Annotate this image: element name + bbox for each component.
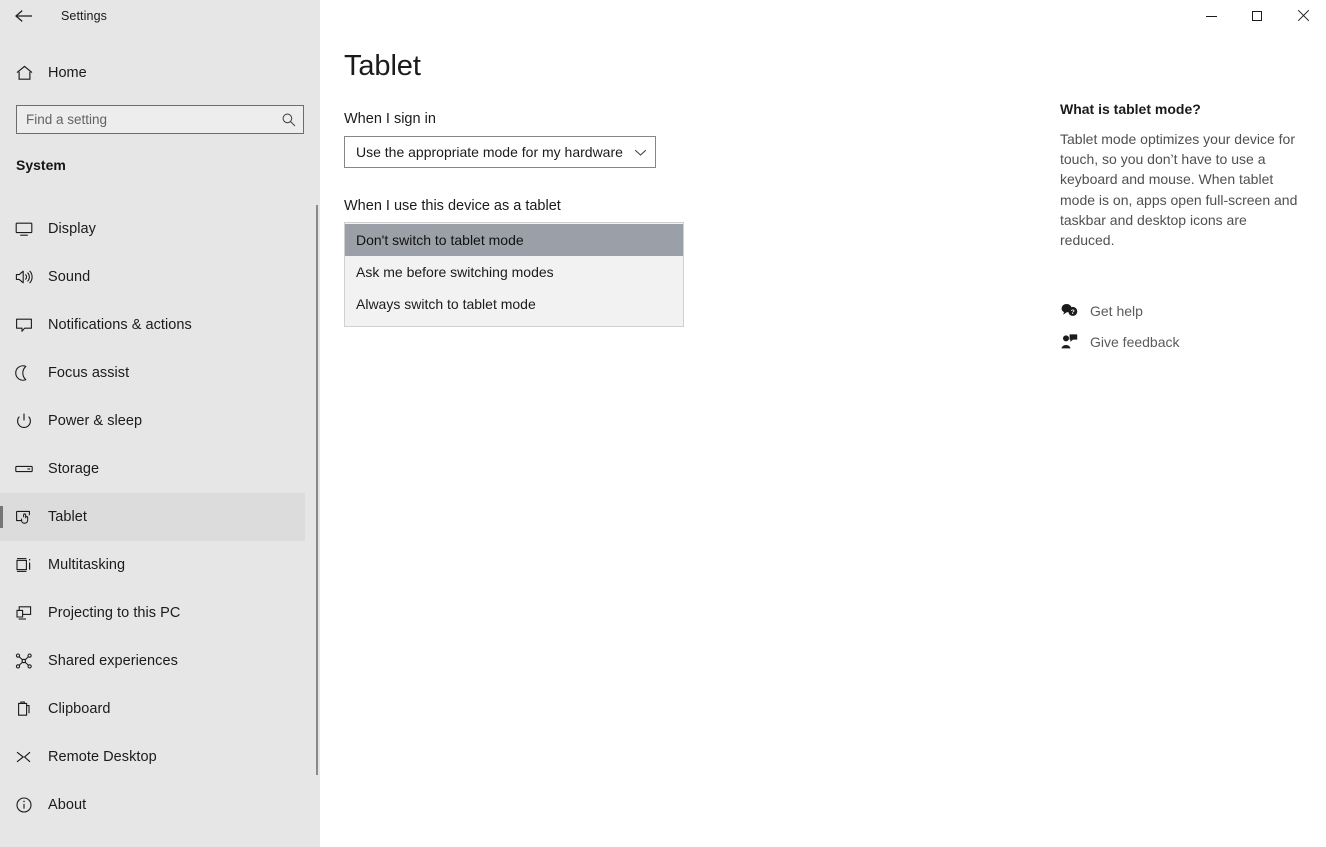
sidebar-item-about[interactable]: About (0, 781, 305, 829)
sidebar-item-storage[interactable]: Storage (0, 445, 305, 493)
sidebar-item-label: Multitasking (48, 557, 126, 573)
sidebar-item-label: Focus assist (48, 365, 130, 381)
sign-in-mode-dropdown[interactable]: Use the appropriate mode for my hardware (344, 136, 656, 168)
speaker-icon (0, 268, 48, 286)
sidebar-item-notifications[interactable]: Notifications & actions (0, 301, 305, 349)
sidebar-item-sound[interactable]: Sound (0, 253, 305, 301)
sign-in-mode-value: Use the appropriate mode for my hardware (356, 144, 623, 160)
main-content: Tablet When I sign in Use the appropriat… (320, 0, 1326, 847)
sidebar-item-label: Remote Desktop (48, 749, 157, 765)
home-icon (0, 64, 48, 82)
sidebar: Home System Display (0, 0, 320, 847)
sidebar-item-multitasking[interactable]: Multitasking (0, 541, 305, 589)
sidebar-scrollbar-thumb[interactable] (316, 205, 318, 775)
sidebar-item-shared-experiences[interactable]: Shared experiences (0, 637, 305, 685)
back-arrow-icon (13, 7, 35, 25)
sidebar-item-label: Clipboard (48, 701, 111, 717)
power-icon (0, 412, 48, 430)
get-help-icon: ? (1060, 302, 1090, 319)
search-input[interactable] (17, 106, 275, 133)
sidebar-nav-list: Display Sound Notifications & actions Fo… (0, 205, 305, 829)
project-screen-icon (0, 604, 48, 622)
listbox-option[interactable]: Always switch to tablet mode (345, 288, 683, 320)
back-button[interactable] (8, 2, 40, 30)
share-nodes-icon (0, 652, 48, 670)
sidebar-item-display[interactable]: Display (0, 205, 305, 253)
listbox-option[interactable]: Don't switch to tablet mode (345, 224, 683, 256)
sign-in-label: When I sign in (344, 111, 436, 127)
close-icon (1297, 10, 1309, 22)
search-icon[interactable] (275, 106, 303, 133)
drive-icon (0, 460, 48, 478)
sidebar-home-label: Home (48, 65, 87, 81)
maximize-button[interactable] (1234, 0, 1280, 32)
sidebar-item-projecting[interactable]: Projecting to this PC (0, 589, 305, 637)
sidebar-item-label: Notifications & actions (48, 317, 192, 333)
remote-desktop-icon (0, 748, 48, 766)
clipboard-icon (0, 700, 48, 718)
moon-icon (0, 364, 48, 382)
info-circle-icon (0, 796, 48, 814)
sidebar-group-title: System (16, 157, 66, 173)
get-help-link[interactable]: ? Get help (1060, 295, 1326, 326)
help-links: ? Get help Give feedback (1060, 295, 1326, 357)
minimize-icon (1205, 15, 1217, 17)
sidebar-item-label: Storage (48, 461, 100, 477)
sidebar-item-label: About (48, 797, 87, 813)
give-feedback-icon (1060, 333, 1090, 350)
svg-text:?: ? (1071, 309, 1075, 316)
tablet-use-label: When I use this device as a tablet (344, 198, 561, 214)
sidebar-item-tablet[interactable]: Tablet (0, 493, 305, 541)
sidebar-item-power-sleep[interactable]: Power & sleep (0, 397, 305, 445)
help-heading: What is tablet mode? (1060, 101, 1201, 117)
chat-bubble-icon (0, 316, 48, 334)
multitask-icon (0, 556, 48, 574)
sidebar-item-label: Power & sleep (48, 413, 143, 429)
sidebar-item-label: Tablet (48, 509, 87, 525)
sidebar-item-focus-assist[interactable]: Focus assist (0, 349, 305, 397)
sidebar-item-remote-desktop[interactable]: Remote Desktop (0, 733, 305, 781)
sidebar-item-label: Sound (48, 269, 91, 285)
search-box[interactable] (16, 105, 304, 134)
chevron-down-icon (625, 137, 655, 167)
tablet-mode-listbox[interactable]: Don't switch to tablet mode Ask me befor… (344, 222, 684, 327)
sidebar-item-label: Display (48, 221, 96, 237)
give-feedback-link[interactable]: Give feedback (1060, 326, 1326, 357)
sidebar-item-home[interactable]: Home (0, 56, 305, 90)
close-button[interactable] (1280, 0, 1326, 32)
sidebar-item-clipboard[interactable]: Clipboard (0, 685, 305, 733)
title-bar: Settings (0, 0, 1326, 32)
help-body-text: Tablet mode optimizes your device for to… (1060, 131, 1298, 249)
minimize-button[interactable] (1188, 0, 1234, 32)
app-title: Settings (61, 9, 107, 23)
tablet-touch-icon (0, 508, 48, 526)
help-panel: What is tablet mode? Tablet mode optimiz… (1060, 0, 1326, 357)
give-feedback-label: Give feedback (1090, 333, 1180, 350)
monitor-icon (0, 220, 48, 238)
sidebar-item-label: Shared experiences (48, 653, 178, 669)
settings-window: Settings Home Find a setting System Disp… (0, 0, 1326, 847)
page-title: Tablet (344, 50, 421, 82)
get-help-label: Get help (1090, 302, 1143, 319)
maximize-icon (1252, 11, 1262, 21)
sidebar-item-label: Projecting to this PC (48, 605, 181, 621)
listbox-option[interactable]: Ask me before switching modes (345, 256, 683, 288)
